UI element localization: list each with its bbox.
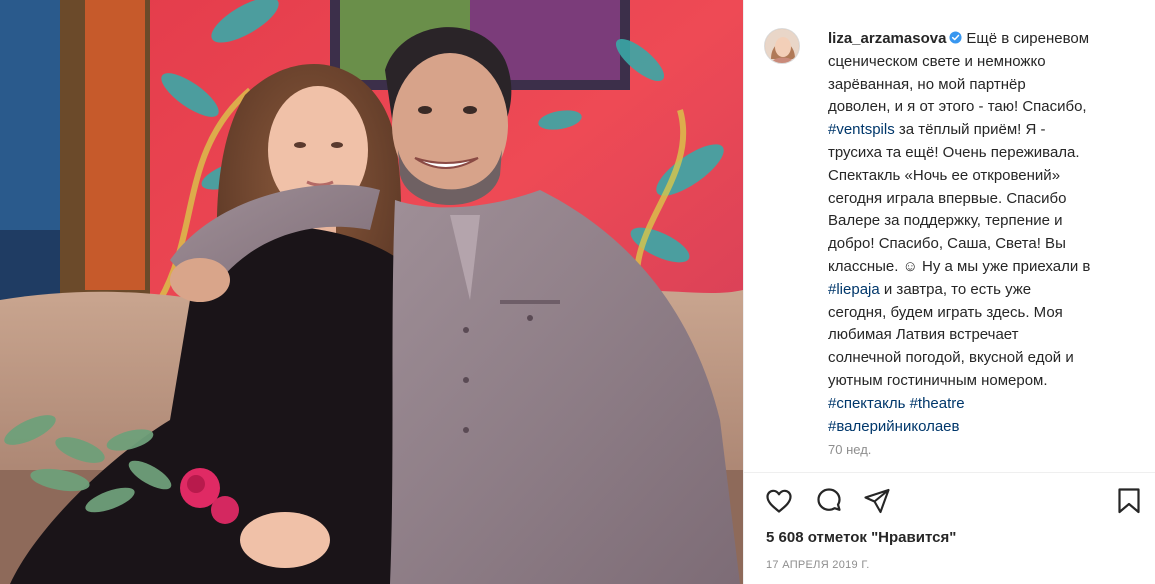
caption-line: #спектакль #theatre	[828, 393, 1128, 416]
caption-text: и завтра, то есть уже	[883, 280, 1032, 298]
divider	[744, 472, 1155, 473]
caption-text: сегодня, будем играть здесь. Моя	[828, 303, 1063, 321]
caption-text: Спектакль «Ночь ее откровений»	[828, 166, 1061, 184]
comment-icon[interactable]	[814, 486, 844, 516]
caption-line: #валерийниколаев	[828, 416, 1128, 439]
caption-line: #ventspils за тёплый приём! Я -	[828, 119, 1128, 142]
caption-text: за тёплый приём! Я -	[898, 121, 1046, 139]
hashtag-link[interactable]: #liepaja	[828, 281, 880, 298]
caption-text: трусиха та ещё! Очень переживала.	[828, 143, 1080, 161]
post-date: 17 АПРЕЛЯ 2019 Г.	[766, 559, 870, 571]
caption-text: солнечной погодой, вкусной едой и	[828, 349, 1074, 367]
action-bar	[764, 486, 1144, 516]
caption-text: зарёванная, но мой партнёр	[828, 75, 1026, 93]
avatar[interactable]	[764, 28, 800, 64]
post-photo[interactable]	[0, 0, 743, 584]
caption-text: Ещё в сиреневом	[966, 30, 1090, 47]
likes-count[interactable]: 5 608 отметок "Нравится"	[766, 529, 956, 546]
caption-text: добро! Спасибо, Саша, Света! Вы	[828, 235, 1066, 253]
post-side-panel: liza_arzamasova Ещё в сиреневом сценическ…	[743, 0, 1155, 584]
caption-text: уютным гостиничным номером.	[828, 371, 1048, 389]
photo-illustration	[0, 0, 743, 584]
paper-plane-icon[interactable]	[862, 486, 892, 516]
hashtag-link[interactable]: #валерийниколаев	[828, 418, 960, 435]
avatar-image	[765, 29, 799, 63]
instagram-post: liza_arzamasova Ещё в сиреневом сценическ…	[0, 0, 1155, 584]
caption-text: классные. ☺ Ну а мы уже приехали в	[828, 257, 1091, 275]
hashtag-link[interactable]: #спектакль	[828, 395, 905, 412]
bookmark-icon[interactable]	[1114, 486, 1144, 516]
verified-badge-icon	[949, 31, 962, 44]
hashtag-link[interactable]: #theatre	[910, 395, 965, 412]
post-caption: liza_arzamasova Ещё в сиреневом сценическ…	[828, 28, 1128, 438]
caption-text: Валере за поддержку, терпение и	[828, 212, 1063, 230]
caption-text: сегодня играла впервые. Спасибо	[828, 189, 1067, 207]
caption-text: сценическом свете и немножко	[828, 52, 1046, 70]
heart-icon[interactable]	[764, 486, 794, 516]
username-link[interactable]: liza_arzamasova	[828, 30, 946, 47]
caption-text: доволен, и я от этого - таю! Спасибо,	[828, 98, 1087, 116]
caption-line: #liepaja и завтра, то есть уже	[828, 279, 1128, 302]
time-ago[interactable]: 70 нед.	[828, 442, 871, 457]
hashtag-link[interactable]: #ventspils	[828, 121, 895, 138]
caption-text: любимая Латвия встречает	[828, 326, 1019, 344]
